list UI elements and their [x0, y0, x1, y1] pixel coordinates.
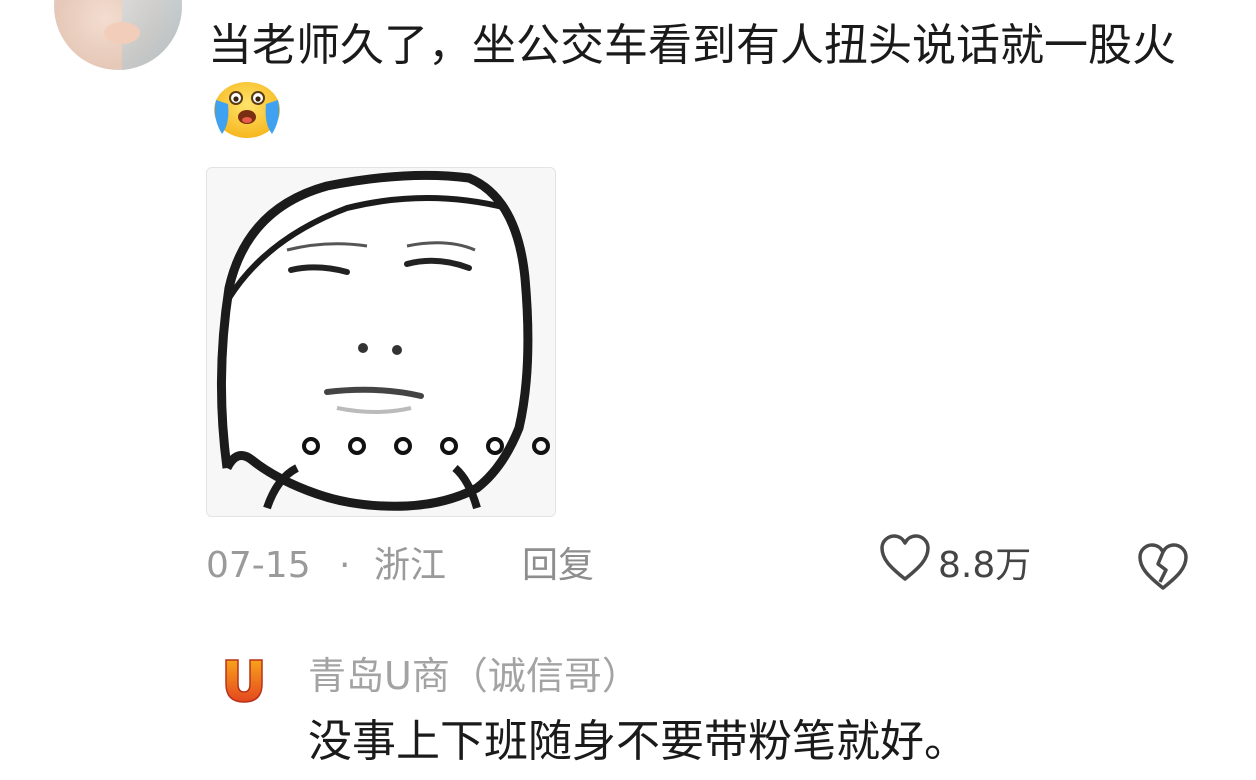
comment-meta: 07-15 · 浙江 回复 8.8万	[206, 533, 1206, 594]
like-count: 8.8万	[938, 545, 1032, 586]
comment-body: 当老师久了，坐公交车看到有人扭头说话就一股火	[208, 14, 1208, 148]
meme-image[interactable]	[206, 167, 556, 517]
broken-heart-icon	[1136, 543, 1190, 601]
reply-author[interactable]: 青岛U商（诚信哥）	[308, 648, 640, 704]
comment-date: 07-15	[206, 545, 311, 586]
dislike-button[interactable]	[1136, 542, 1190, 609]
reply-text: 没事上下班随身不要带粉笔就好。	[308, 716, 968, 767]
comment-text: 当老师久了，坐公交车看到有人扭头说话就一股火	[208, 20, 1176, 71]
heart-icon	[878, 533, 932, 600]
meta-separator: ·	[339, 545, 351, 586]
comment-location: 浙江	[374, 545, 447, 586]
comment-avatar[interactable]	[54, 0, 182, 70]
crying-laughing-emoji-icon	[210, 78, 284, 140]
reply-avatar-u-icon[interactable]	[220, 656, 268, 704]
like-button[interactable]: 8.8万	[878, 533, 1032, 594]
reply-button[interactable]: 回复	[522, 538, 594, 594]
